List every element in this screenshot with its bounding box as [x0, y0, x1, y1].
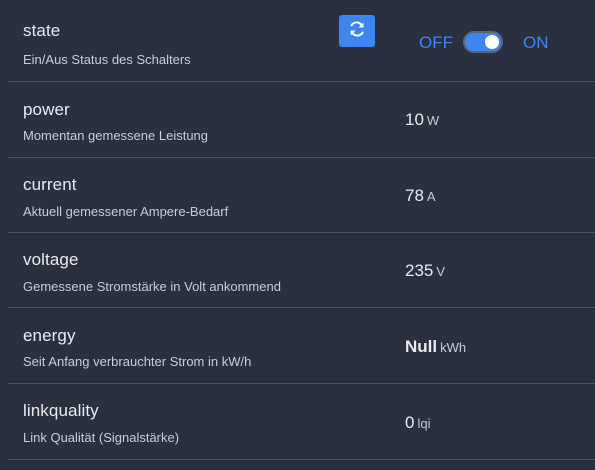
power-value: 10 W [405, 110, 439, 130]
voltage-description: Gemessene Stromstärke in Volt ankommend [23, 279, 281, 294]
energy-name: energy [23, 326, 76, 345]
voltage-name: voltage [23, 250, 79, 269]
toggle-on-label[interactable]: ON [523, 33, 549, 53]
current-value: 78 A [405, 186, 436, 206]
linkquality-name: linkquality [23, 401, 99, 420]
toggle-off-label[interactable]: OFF [419, 33, 453, 53]
energy-value-number: Null [405, 337, 438, 356]
energy-value-unit: kWh [440, 340, 467, 355]
state-name: state [23, 21, 61, 40]
toggle-knob [485, 35, 499, 49]
state-description: Ein/Aus Status des Schalters [23, 52, 191, 67]
current-name: current [23, 175, 77, 194]
state-toggle-switch[interactable] [463, 31, 503, 53]
linkquality-value: 0 lqi [405, 413, 430, 433]
linkquality-value-unit: lqi [417, 416, 431, 431]
power-description: Momentan gemessene Leistung [23, 128, 209, 143]
refresh-icon [348, 20, 366, 43]
voltage-value-unit: V [436, 264, 446, 279]
energy-value: Null kWh [405, 337, 466, 357]
power-value-unit: W [426, 113, 440, 128]
current-value-number: 78 [405, 186, 424, 205]
linkquality-value-number: 0 [405, 413, 415, 432]
voltage-row: voltage Gemessene Stromstärke in Volt an… [0, 233, 595, 307]
linkquality-row: linkquality Link Qualität (Signalstärke)… [0, 384, 595, 459]
power-name: power [23, 100, 70, 119]
current-row: current Aktuell gemessener Ampere-Bedarf… [0, 158, 595, 232]
linkquality-description: Link Qualität (Signalstärke) [23, 430, 180, 445]
voltage-value: 235 V [405, 261, 445, 281]
voltage-value-number: 235 [405, 261, 434, 280]
energy-row: energy Seit Anfang verbrauchter Strom in… [0, 308, 595, 383]
current-value-unit: A [426, 189, 436, 204]
divider [8, 459, 595, 460]
power-row: power Momentan gemessene Leistung 10 W [0, 82, 595, 157]
power-value-number: 10 [405, 110, 424, 129]
refresh-button[interactable] [339, 15, 375, 47]
energy-description: Seit Anfang verbrauchter Strom in kW/h [23, 354, 252, 369]
current-description: Aktuell gemessener Ampere-Bedarf [23, 204, 229, 219]
state-row: state Ein/Aus Status des Schalters OFF O… [0, 0, 595, 81]
device-exposes-panel: state Ein/Aus Status des Schalters OFF O… [0, 0, 595, 470]
